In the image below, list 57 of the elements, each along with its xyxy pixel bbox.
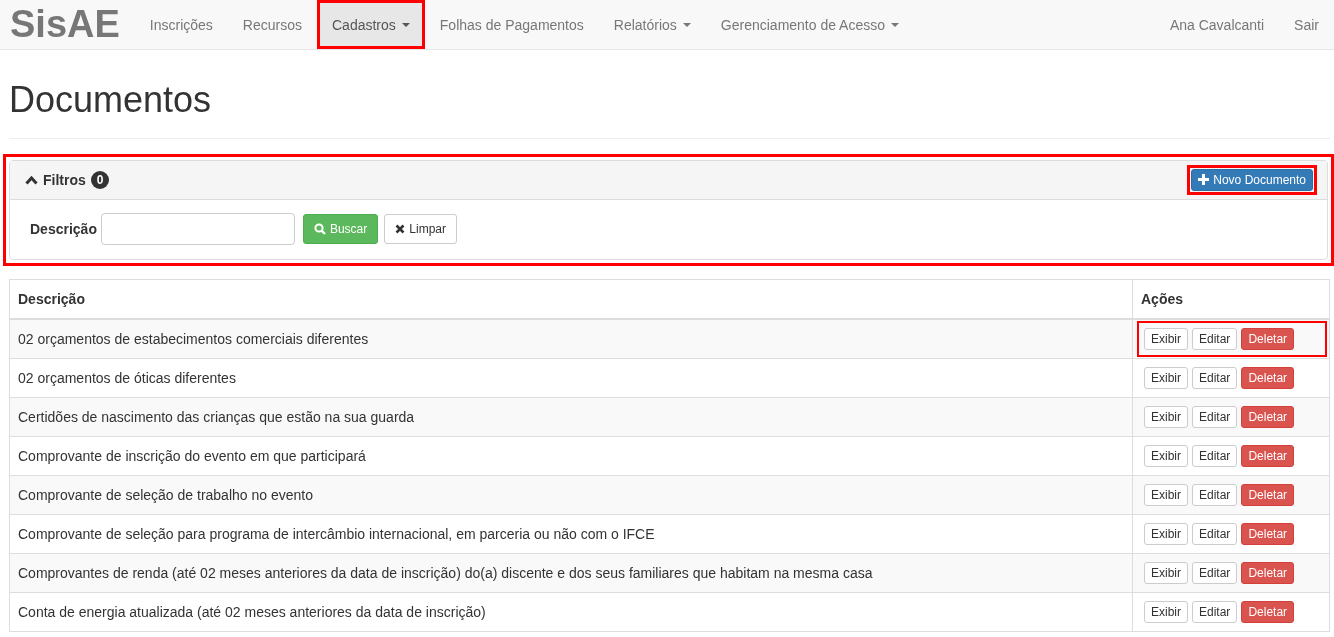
search-icon xyxy=(313,222,326,235)
close-icon xyxy=(395,223,406,234)
action-button[interactable]: Editar xyxy=(1192,522,1238,545)
caret-icon xyxy=(401,22,410,27)
table-cell: 02 orçamentos de estabecimentos comerciais diferentes xyxy=(18,330,369,347)
action-button[interactable]: Exibir xyxy=(1144,444,1188,467)
table-cell: Comprovante de inscrição do evento em que participará xyxy=(18,447,366,464)
filter-title[interactable]: Filtros xyxy=(43,171,86,188)
table-cell: Comprovante de seleção de trabalho no evento xyxy=(18,486,313,503)
clear-button[interactable]: Limpar xyxy=(384,213,457,244)
plus-icon xyxy=(1198,174,1210,186)
action-button[interactable]: Deletar xyxy=(1241,483,1295,506)
nav-item[interactable]: Gerenciamento de Acesso xyxy=(705,0,915,49)
action-button[interactable]: Deletar xyxy=(1241,366,1295,389)
action-button[interactable]: Deletar xyxy=(1241,444,1295,467)
action-button[interactable]: Editar xyxy=(1192,561,1238,584)
action-button[interactable]: Editar xyxy=(1192,327,1238,350)
nav-item[interactable]: Folhas de Pagamentos xyxy=(424,0,599,49)
action-button[interactable]: Deletar xyxy=(1241,522,1295,545)
action-button[interactable]: Exibir xyxy=(1144,366,1188,389)
action-button[interactable]: Editar xyxy=(1192,600,1238,623)
action-button[interactable]: Exibir xyxy=(1144,483,1188,506)
caret-icon xyxy=(682,22,691,27)
table-cell: 02 orçamentos de óticas diferentes xyxy=(18,369,236,386)
action-button[interactable]: Editar xyxy=(1192,366,1238,389)
nav-item[interactable]: Cadastros xyxy=(317,0,425,49)
table-cell: Conta de energia atualizada (até 02 meses anteriores da data de inscrição) xyxy=(18,603,486,620)
action-button[interactable]: Exibir xyxy=(1144,405,1188,428)
action-button[interactable]: Deletar xyxy=(1241,600,1295,623)
nav-item[interactable]: Inscrições xyxy=(134,0,228,49)
description-input-field[interactable] xyxy=(100,212,295,245)
table-cell: Certidões de nascimento das crianças que estão na sua guarda xyxy=(18,408,415,425)
caret-icon xyxy=(891,22,900,27)
column-header: Ações xyxy=(1141,290,1184,307)
nav-item[interactable]: Sair xyxy=(1279,0,1334,49)
nav-item[interactable]: Recursos xyxy=(227,0,317,49)
filter-count-badge: 0 xyxy=(90,170,110,189)
action-button[interactable]: Exibir xyxy=(1144,327,1188,350)
brand-logo[interactable]: SisAE xyxy=(10,3,120,46)
action-button[interactable]: Exibir xyxy=(1144,561,1188,584)
action-button[interactable]: Exibir xyxy=(1144,600,1188,623)
action-button[interactable]: Deletar xyxy=(1241,561,1295,584)
action-button[interactable]: Editar xyxy=(1192,483,1238,506)
action-button[interactable]: Deletar xyxy=(1241,327,1295,350)
new-document-button[interactable]: Novo Documento xyxy=(1191,168,1313,191)
table-cell: Comprovante de seleção para programa de intercâmbio internacional, em parceria ou não com o IFCE xyxy=(18,525,655,542)
action-button[interactable]: Editar xyxy=(1192,444,1238,467)
chevron-up-icon[interactable] xyxy=(25,174,38,185)
column-header: Descrição xyxy=(18,290,85,307)
action-button[interactable]: Exibir xyxy=(1144,522,1188,545)
nav-item[interactable]: Relatórios xyxy=(598,0,706,49)
field-label: Descrição xyxy=(30,220,97,237)
page-title: Documentos xyxy=(9,80,213,120)
table-cell: Comprovantes de renda (até 02 meses anteriores da data de inscrição) do(a) discente e dos seus familiares que habitam na mesma casa xyxy=(18,564,873,581)
action-button[interactable]: Editar xyxy=(1192,405,1238,428)
action-button[interactable]: Deletar xyxy=(1241,405,1295,428)
nav-item[interactable]: Ana Cavalcanti xyxy=(1154,0,1280,49)
